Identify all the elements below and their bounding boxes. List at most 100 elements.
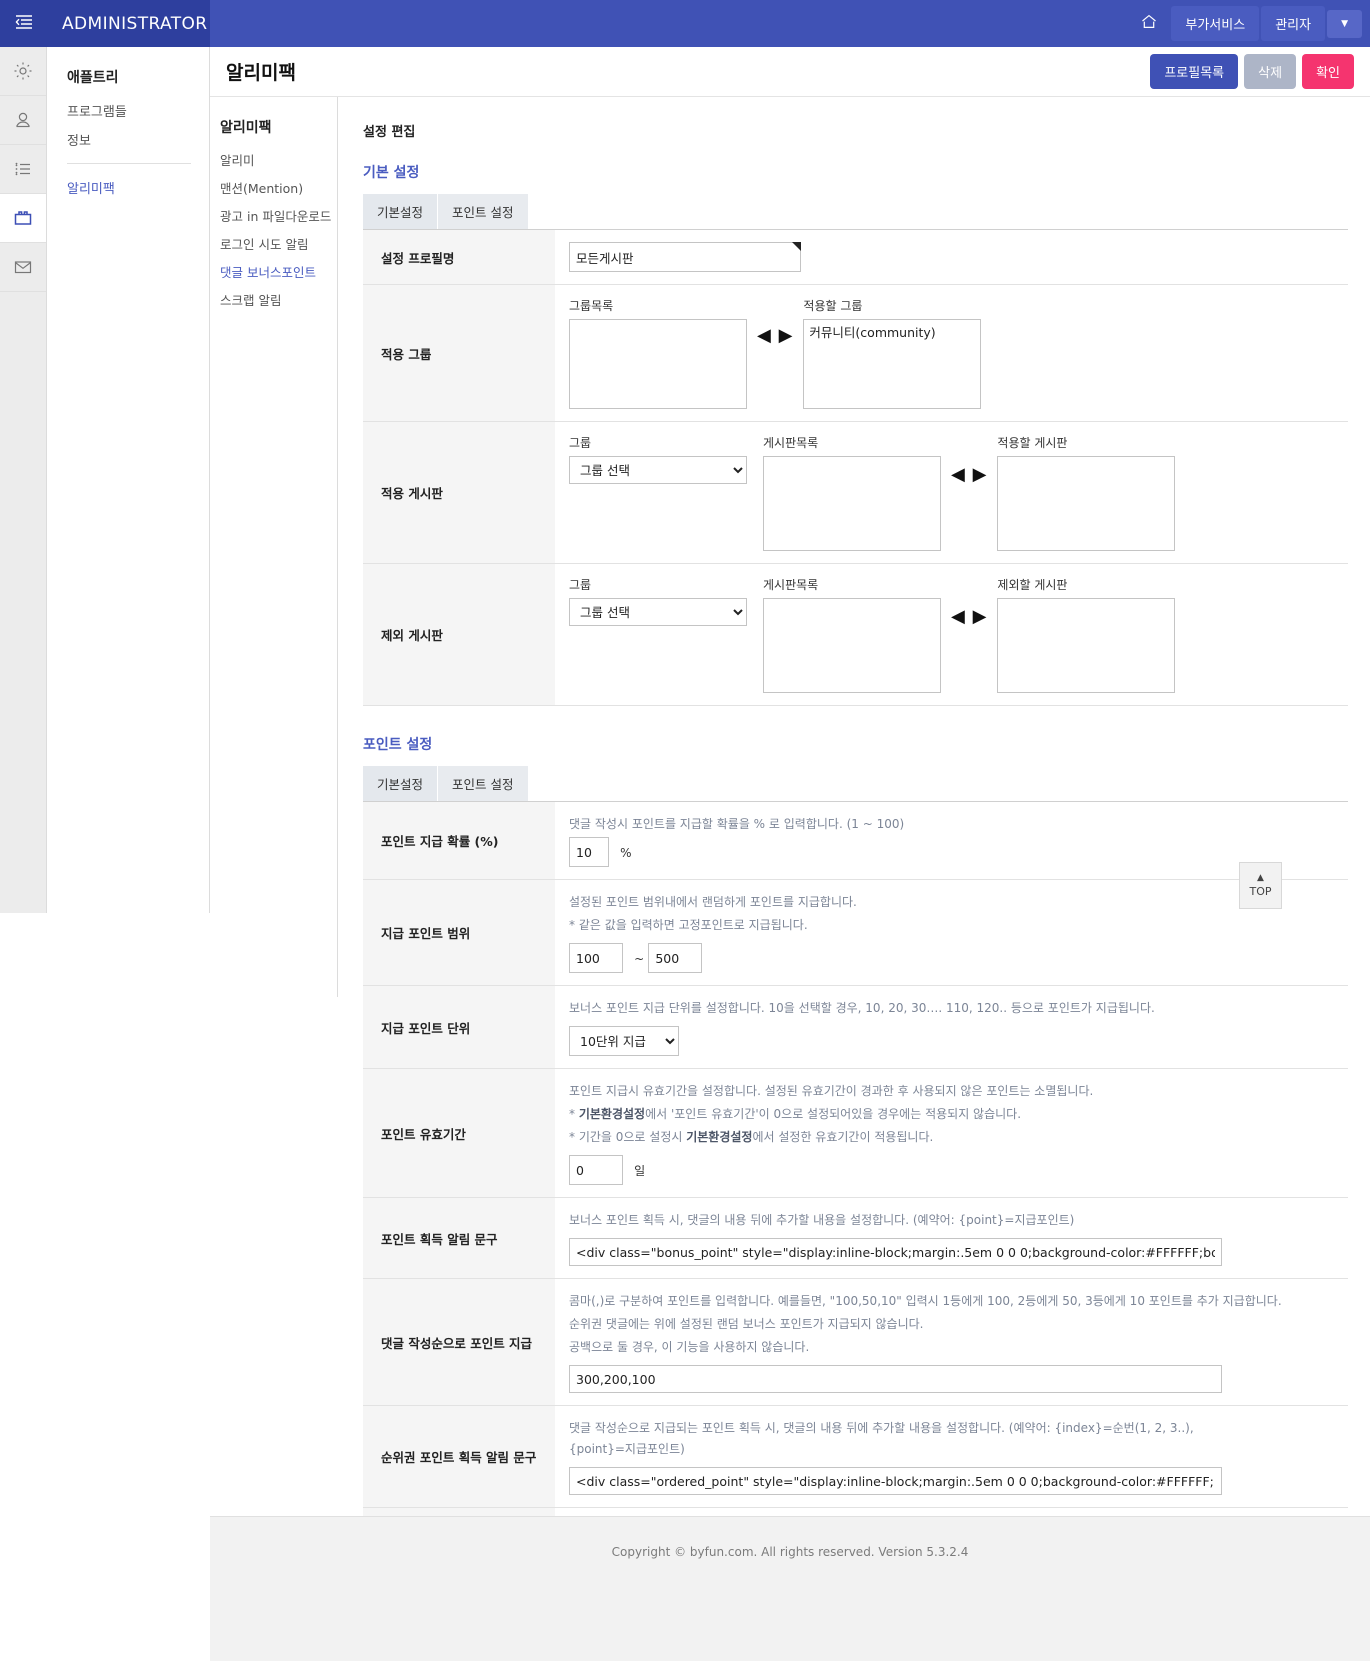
tab-point-basic-settings[interactable]: 기본설정 [363, 766, 439, 801]
nav-extra-service[interactable]: 부가서비스 [1171, 6, 1260, 41]
plugin-item-comment-bonus-point[interactable]: 댓글 보너스포인트 [220, 262, 337, 281]
rail-item-board[interactable] [0, 145, 46, 194]
arrow-left-icon[interactable]: ◀ [951, 464, 966, 485]
menu-collapse-icon [15, 14, 33, 34]
expire-days-input[interactable] [569, 1155, 623, 1185]
arrow-right-icon[interactable]: ▶ [973, 606, 988, 627]
point-unit-select[interactable]: 10단위 지급 [569, 1026, 679, 1056]
arrow-left-icon[interactable]: ◀ [757, 325, 772, 346]
expire-description-3: * 기간을 0으로 설정시 기본환경설정에서 설정한 유효기간이 적용됩니다. [569, 1127, 1348, 1148]
exclude-board-group-column: 그룹 그룹 선택 [569, 576, 747, 626]
sidebar-item-info[interactable]: 정보 [67, 130, 209, 149]
range-description-2: * 같은 값을 입력하면 고정포인트로 지급됩니다. [569, 918, 808, 932]
sidebar-item-programs[interactable]: 프로그램들 [67, 101, 209, 120]
scroll-to-top-button[interactable]: ▲ TOP [1239, 862, 1282, 909]
board-transfer-arrows[interactable]: ◀ ▶ [941, 434, 997, 485]
page-header: 알리미팩 프로필목록 삭제 확인 [210, 47, 1370, 97]
apply-board-picker: 그룹 그룹 선택 게시판목록 ◀ ▶ 적용할 게시판 [569, 434, 1348, 551]
brand-title: ADMINISTRATOR [47, 0, 210, 47]
apply-board-target-box[interactable] [997, 456, 1176, 551]
ordered-description-2: 순위권 댓글에는 위에 설정된 랜덤 보너스 포인트가 지급되지 않습니다. [569, 1317, 924, 1331]
row-label-expire: 포인트 유효기간 [363, 1068, 555, 1198]
exclude-board-list-box[interactable] [763, 598, 941, 693]
notice-template-input[interactable] [569, 1238, 1222, 1266]
delete-button[interactable]: 삭제 [1244, 54, 1297, 89]
plugin-item-mention[interactable]: 맨션(Mention) [220, 178, 337, 197]
plugin-item-ad-in-download[interactable]: 광고 in 파일다운로드 [220, 206, 337, 225]
exclude-board-group-label: 그룹 [569, 578, 592, 592]
rail-item-plugins[interactable] [0, 194, 46, 243]
ordered-notice-description: 댓글 작성순으로 지급되는 포인트 획득 시, 댓글의 내용 뒤에 추가할 내용… [569, 1421, 1194, 1456]
group-list-column: 그룹목록 [569, 297, 747, 409]
tab-basic-settings[interactable]: 기본설정 [363, 194, 439, 229]
expire-unit: 일 [634, 1163, 646, 1178]
row-label-unit: 지급 포인트 단위 [363, 985, 555, 1069]
home-icon[interactable] [1129, 14, 1169, 33]
exclude-board-target-box[interactable] [997, 598, 1176, 693]
plugin-item-alimi[interactable]: 알리미 [220, 150, 337, 169]
arrow-right-icon[interactable]: ▶ [779, 325, 794, 346]
left-background-fill [0, 913, 210, 1661]
point-tabs: 기본설정 포인트 설정 [363, 766, 1348, 801]
user-icon [13, 110, 33, 130]
row-label-ordered: 댓글 작성순으로 포인트 지급 [363, 1278, 555, 1406]
ordered-description-3: 공백으로 둘 경우, 이 기능을 사용하지 않습니다. [569, 1340, 810, 1354]
apply-board-group-label: 그룹 [569, 436, 592, 450]
rail-item-mail[interactable] [0, 243, 46, 292]
expire-desc3-post: 에서 설정한 유효기간이 적용됩니다. [752, 1130, 934, 1144]
apply-board-group-column: 그룹 그룹 선택 [569, 434, 747, 484]
selected-group-box[interactable]: 커뮤니티(community) [803, 319, 982, 409]
page-header-actions: 프로필목록 삭제 확인 [1150, 54, 1354, 89]
nav-admin[interactable]: 관리자 [1261, 6, 1326, 41]
tab-point-settings[interactable]: 포인트 설정 [438, 194, 529, 229]
profile-list-button[interactable]: 프로필목록 [1150, 54, 1239, 89]
apply-board-target-column: 적용할 게시판 [997, 434, 1176, 551]
tab-point-point-settings[interactable]: 포인트 설정 [438, 766, 529, 801]
table-row-unit: 지급 포인트 단위 보너스 포인트 지급 단위를 설정합니다. 10을 선택할 … [363, 985, 1348, 1069]
ordered-notice-template-input[interactable] [569, 1467, 1222, 1495]
page-title: 알리미팩 [226, 62, 296, 84]
apply-board-group-select[interactable]: 그룹 선택 [569, 456, 747, 484]
ordered-points-input[interactable] [569, 1365, 1222, 1393]
row-value-apply-board: 그룹 그룹 선택 게시판목록 ◀ ▶ 적용할 게시판 [555, 421, 1348, 564]
arrow-right-icon[interactable]: ▶ [973, 464, 988, 485]
resize-corner-icon [792, 242, 801, 251]
group-list-label: 그룹목록 [569, 299, 614, 313]
sidebar-toggle-button[interactable] [0, 0, 47, 47]
top-bar: ADMINISTRATOR 부가서비스 관리자 ▼ [0, 0, 1370, 47]
chevron-down-icon[interactable]: ▼ [1327, 9, 1362, 38]
table-row-apply-group: 적용 그룹 그룹목록 ◀ ▶ 적용할 그룹 커뮤니티(community) [363, 284, 1348, 422]
row-value-expire: 포인트 지급시 유효기간을 설정합니다. 설정된 유효기간이 경과한 후 사용되… [555, 1068, 1348, 1198]
selected-group-label: 적용할 그룹 [803, 299, 863, 313]
plugin-item-scrap-alert[interactable]: 스크랩 알림 [220, 290, 337, 309]
exclude-board-picker: 그룹 그룹 선택 게시판목록 ◀ ▶ 제외할 게시판 [569, 576, 1348, 693]
group-list-box[interactable] [569, 319, 747, 409]
list-item[interactable]: 커뮤니티(community) [804, 320, 980, 343]
range-min-input[interactable] [569, 943, 623, 973]
sidebar-title: 애플트리 [67, 70, 119, 86]
plugin-item-login-attempt[interactable]: 로그인 시도 알림 [220, 234, 337, 253]
icon-rail [0, 47, 47, 913]
row-label-rate: 포인트 지급 확률 (%) [363, 801, 555, 880]
exclude-board-group-select[interactable]: 그룹 선택 [569, 598, 747, 626]
confirm-button[interactable]: 확인 [1302, 54, 1354, 89]
range-max-input[interactable] [648, 943, 703, 973]
arrow-left-icon[interactable]: ◀ [951, 606, 966, 627]
copyright-text: Copyright © byfun.com. All rights reserv… [611, 1545, 969, 1559]
exclude-board-list-column: 게시판목록 [763, 576, 941, 693]
rail-item-users[interactable] [0, 96, 46, 145]
content-title: 설정 편집 [363, 125, 416, 140]
apply-board-list-box[interactable] [763, 456, 941, 551]
caret-up-icon: ▲ [1257, 872, 1264, 883]
sidebar-item-alimipack[interactable]: 알리미팩 [67, 178, 209, 197]
unit-description: 보너스 포인트 지급 단위를 설정합니다. 10을 선택할 경우, 10, 20… [569, 1001, 1155, 1015]
rail-item-settings[interactable] [0, 47, 46, 96]
gear-icon [13, 61, 33, 81]
group-transfer-arrows[interactable]: ◀ ▶ [747, 297, 803, 346]
rate-input[interactable] [569, 837, 609, 867]
selected-group-column: 적용할 그룹 커뮤니티(community) [803, 297, 982, 409]
profile-name-input[interactable] [569, 242, 801, 272]
exclude-transfer-arrows[interactable]: ◀ ▶ [941, 576, 997, 627]
row-label-ordered-notice: 순위권 포인트 획득 알림 문구 [363, 1405, 555, 1508]
row-label-apply-group: 적용 그룹 [363, 284, 555, 422]
